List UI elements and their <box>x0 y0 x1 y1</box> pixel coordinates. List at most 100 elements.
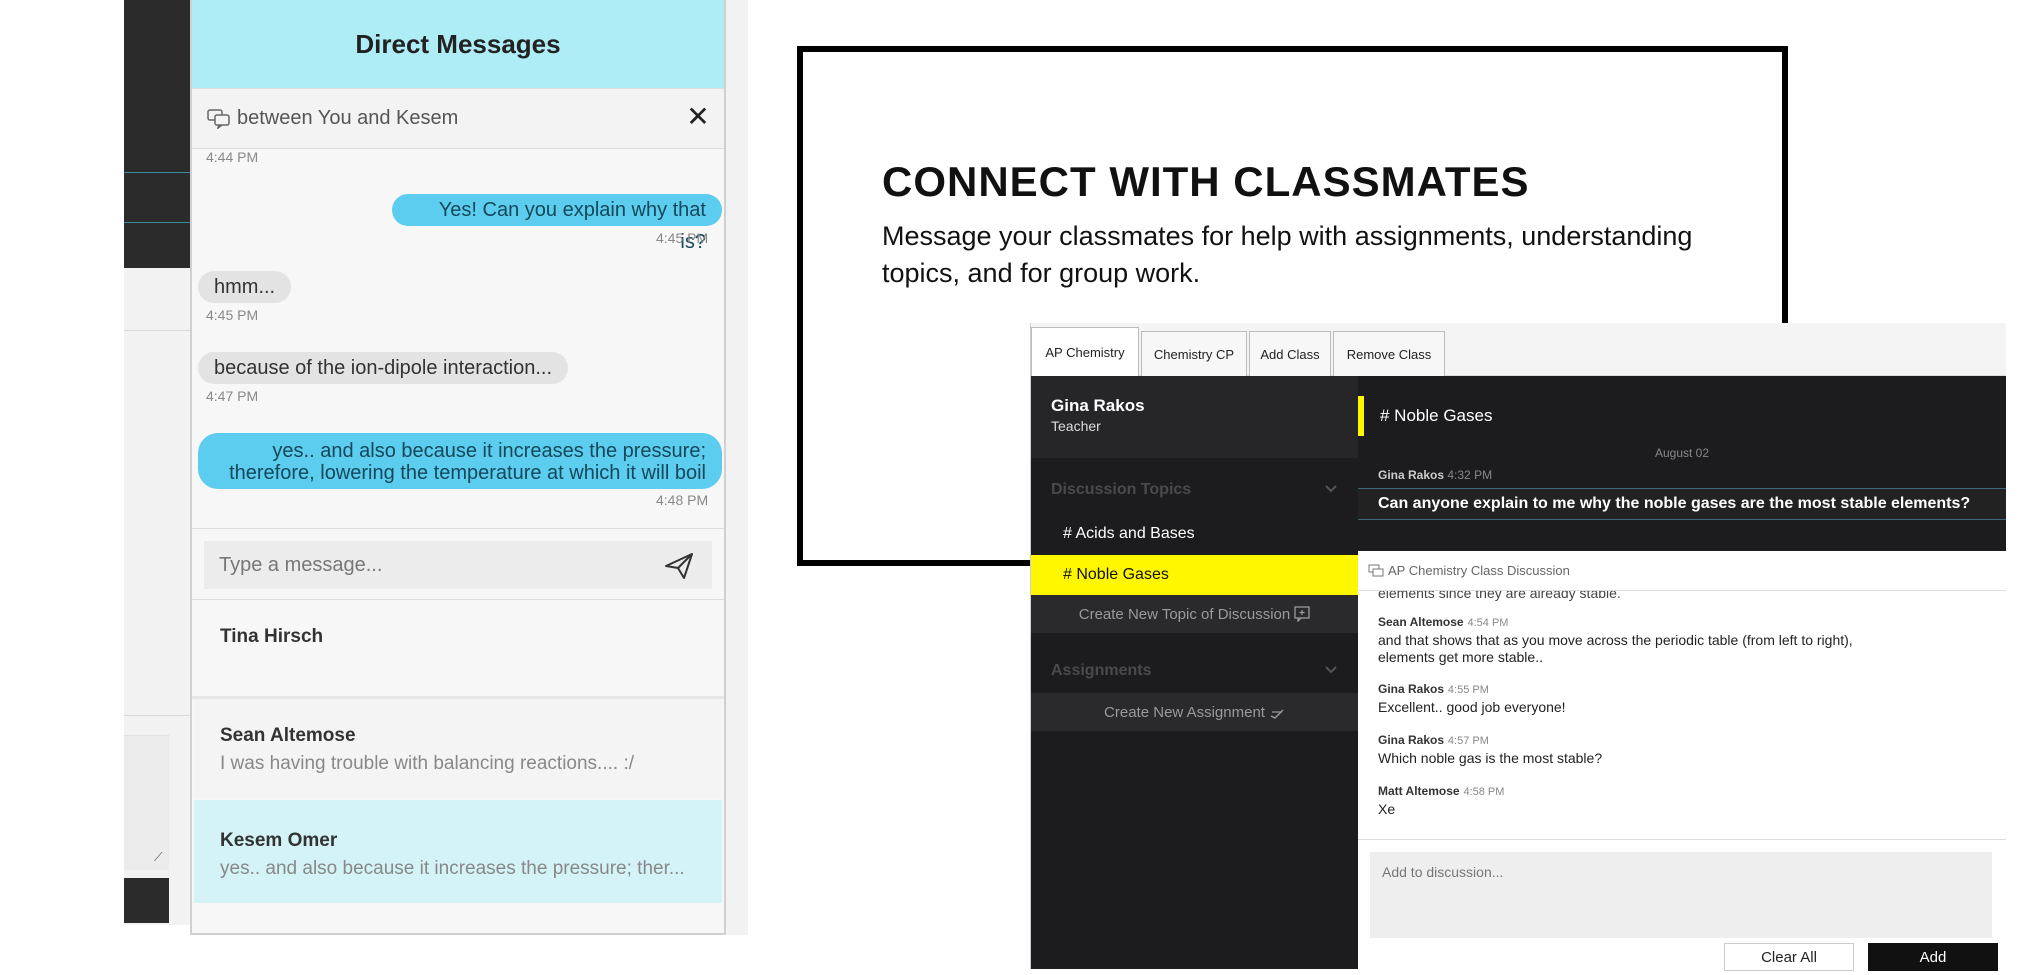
tab-chemistry-cp[interactable]: Chemistry CP <box>1141 331 1247 376</box>
discussion-list: elements since they are already stable. … <box>1358 591 2006 839</box>
post-text: Excellent.. good job everyone! <box>1378 699 1566 715</box>
contact-item[interactable]: Tina Hirsch <box>194 600 722 696</box>
discussion-post: Sean Altemose 4:54 PM and that shows tha… <box>1378 613 1853 666</box>
background-dark-region <box>124 0 191 268</box>
promo-headline: CONNECT WITH CLASSMATES <box>882 158 1530 205</box>
discussion-input[interactable]: Add to discussion... <box>1370 852 1992 938</box>
question-meta: Gina Rakos 4:32 PM <box>1378 468 1492 482</box>
comment-add-icon <box>1294 606 1310 622</box>
topic-acids-and-bases[interactable]: # Acids and Bases <box>1031 514 1358 554</box>
panel-margin <box>726 0 748 935</box>
contact-preview: I was having trouble with balancing reac… <box>220 753 635 774</box>
post-author: Gina Rakos <box>1378 682 1445 696</box>
chevron-down-icon[interactable] <box>1324 663 1338 677</box>
direct-messages-panel: Direct Messages between You and Kesem ✕ … <box>190 0 726 935</box>
post-time: 4:58 PM <box>1463 786 1505 798</box>
chat-bubbles-icon <box>1368 564 1384 576</box>
dm-title: Direct Messages <box>192 0 724 88</box>
contact-name: Kesem Omer <box>220 830 338 851</box>
discussion-title: AP Chemistry Class Discussion <box>1388 563 1570 578</box>
contact-name: Tina Hirsch <box>220 626 324 647</box>
post-time: 4:54 PM <box>1467 617 1509 629</box>
promo-description: Message your classmates for help with as… <box>882 221 1693 288</box>
class-sidebar: Gina Rakos Teacher Discussion Topics # A… <box>1031 376 1358 969</box>
message-time: 4:47 PM <box>206 388 259 404</box>
post-text: elements get more stable.. <box>1378 649 1543 665</box>
background-button[interactable] <box>124 878 169 923</box>
divider <box>124 222 191 223</box>
section-assignments[interactable]: Assignments <box>1031 649 1358 693</box>
message-time: 4:45 PM <box>656 230 709 246</box>
message-bubble-sent: yes.. and also because it increases the … <box>198 433 722 489</box>
section-label: Discussion Topics <box>1051 481 1192 498</box>
topic-noble-gases[interactable]: # Noble Gases <box>1031 555 1358 595</box>
post-author: Gina Rakos <box>1378 733 1445 747</box>
close-icon[interactable]: ✕ <box>684 103 712 131</box>
divider <box>124 172 191 173</box>
create-assignment-button[interactable]: Create New Assignment <box>1031 693 1358 731</box>
clear-all-button[interactable]: Clear All <box>1724 943 1854 971</box>
discussion-post: Gina Rakos 4:55 PM Excellent.. good job … <box>1378 680 1566 716</box>
conversation-subtitle: between You and Kesem <box>237 107 459 129</box>
message-bubble-received: hmm... <box>198 271 292 303</box>
message-input[interactable]: Type a message... <box>204 541 712 589</box>
create-assignment-label: Create New Assignment <box>1104 703 1265 721</box>
pinned-question: Can anyone explain to me why the noble g… <box>1358 488 2006 520</box>
discussion-post: Gina Rakos 4:57 PM Which noble gas is th… <box>1378 731 1602 767</box>
post-text: Which noble gas is the most stable? <box>1378 750 1603 766</box>
message-time: 4:48 PM <box>656 492 709 508</box>
question-time: 4:32 PM <box>1447 468 1493 482</box>
background-app-panel: ⟋ <box>124 0 191 925</box>
section-discussion-topics[interactable]: Discussion Topics <box>1031 468 1358 512</box>
message-text-line: therefore, lowering the temperature at w… <box>229 462 706 484</box>
send-icon[interactable] <box>664 552 694 580</box>
profile-role: Teacher <box>1051 418 1101 434</box>
discussion-post-partial: elements since they are already stable. <box>1378 591 1621 601</box>
discussion-main: # Noble Gases August 02 Gina Rakos 4:32 … <box>1358 376 2006 971</box>
message-input-placeholder: Type a message... <box>219 553 383 576</box>
discussion-post: Matt Altemose 4:58 PM Xe <box>1378 782 1504 818</box>
chat-bubbles-icon <box>207 108 230 129</box>
message-bubble-sent: Yes! Can you explain why that is? <box>392 194 722 253</box>
post-text: Xe <box>1378 801 1396 817</box>
message-text-line: yes.. and also because it increases the … <box>272 440 706 462</box>
contact-item[interactable]: Sean Altemose I was having trouble with … <box>194 699 722 798</box>
create-topic-label: Create New Topic of Discussion <box>1078 605 1291 623</box>
question-author: Gina Rakos <box>1378 468 1445 482</box>
section-label: Assignments <box>1051 662 1152 679</box>
create-topic-button[interactable]: Create New Topic of Discussion <box>1031 595 1358 633</box>
discussion-header: AP Chemistry Class Discussion <box>1358 551 2006 591</box>
message-bubble-received: because of the ion-dipole interaction... <box>198 352 568 384</box>
tab-add-class[interactable]: Add Class <box>1249 331 1331 376</box>
date-divider: August 02 <box>1654 446 1710 460</box>
profile-name: Gina Rakos <box>1051 396 1145 415</box>
chevron-down-icon[interactable] <box>1324 482 1338 496</box>
add-button[interactable]: Add <box>1868 943 1998 971</box>
user-profile: Gina Rakos Teacher <box>1031 376 1358 458</box>
divider <box>124 715 191 716</box>
post-time: 4:57 PM <box>1447 735 1489 747</box>
assignment-add-icon <box>1270 709 1284 719</box>
discussion-input-placeholder: Add to discussion... <box>1382 864 1504 880</box>
contact-item-selected[interactable]: Kesem Omer yes.. and also because it inc… <box>194 800 722 903</box>
class-tabs: AP Chemistry Chemistry CP Add Class Remo… <box>1031 323 2006 377</box>
tab-remove-class[interactable]: Remove Class <box>1333 331 1445 376</box>
post-time: 4:55 PM <box>1447 684 1489 696</box>
compose-area: Type a message... <box>192 528 724 600</box>
channel-header: # Noble Gases August 02 Gina Rakos 4:32 … <box>1358 376 2006 551</box>
divider <box>124 330 191 331</box>
class-app-window: AP Chemistry Chemistry CP Add Class Remo… <box>1030 323 2006 971</box>
post-author: Sean Altemose <box>1378 615 1464 629</box>
resize-handle-icon[interactable]: ⟋ <box>154 850 168 864</box>
channel-name: # Noble Gases <box>1358 396 1492 436</box>
message-time: 4:44 PM <box>206 149 259 165</box>
post-author: Matt Altemose <box>1378 784 1460 798</box>
message-time: 4:45 PM <box>206 307 259 323</box>
message-list: 4:44 PM Yes! Can you explain why that is… <box>192 149 724 527</box>
post-text: and that shows that as you move across t… <box>1378 632 1853 648</box>
tab-ap-chemistry[interactable]: AP Chemistry <box>1031 327 1139 377</box>
contact-preview: yes.. and also because it increases the … <box>220 858 685 879</box>
add-discussion-area: Add to discussion... Clear All Add <box>1358 839 2006 971</box>
conversation-header: between You and Kesem ✕ <box>192 88 724 149</box>
contact-name: Sean Altemose <box>220 725 356 746</box>
